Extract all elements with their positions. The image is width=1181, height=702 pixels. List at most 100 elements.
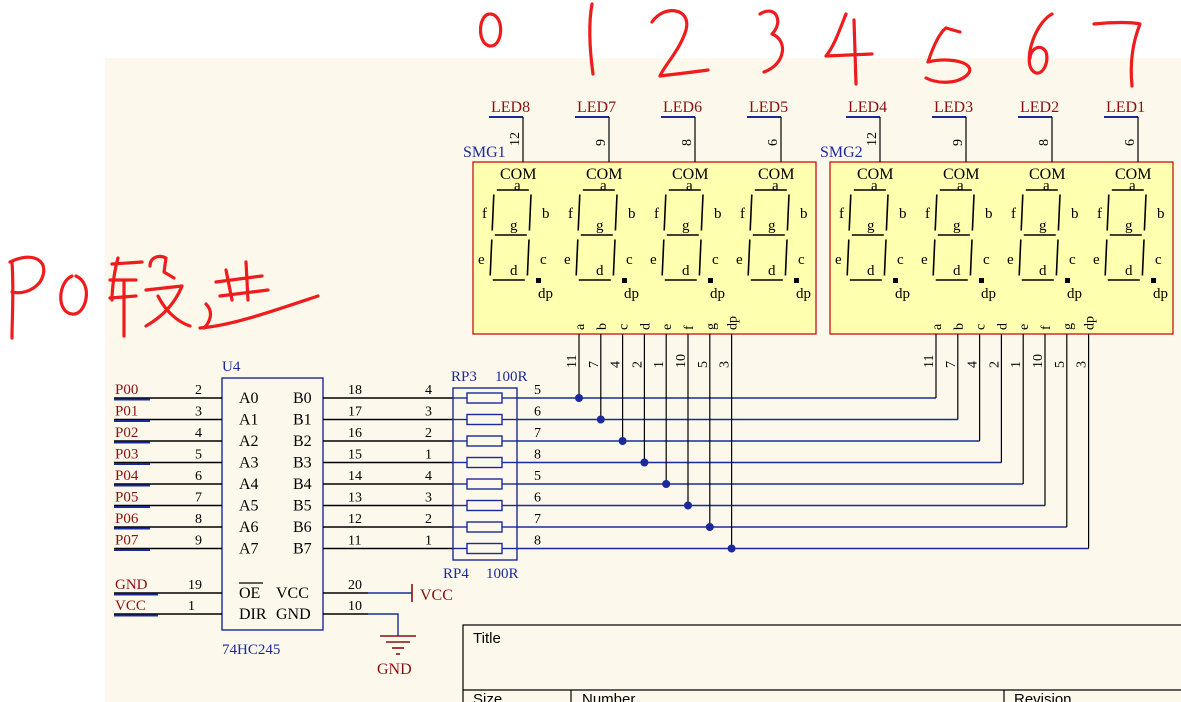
segment-label-a: a: [600, 178, 607, 194]
chip-pin-number: 2: [195, 383, 202, 398]
segment-label-g: g: [1125, 218, 1133, 234]
decimal-point: [536, 278, 541, 283]
net-label-p04: P04: [115, 468, 139, 484]
segment-label-dp: dp: [1067, 286, 1082, 302]
com-pin-number: 6: [1123, 139, 1138, 146]
chip-pin-number: 5: [195, 448, 202, 463]
segment-label-b: b: [899, 206, 907, 222]
bottom-pin-number: 2: [630, 361, 645, 368]
hand-digit-1: [588, 2, 595, 76]
chip-pin-name: A7: [239, 541, 259, 558]
segment-label-c: c: [798, 252, 805, 268]
schematic-screenshot: SMG1 LED8 12 COM a b c d e f g dp LED7 9 COM a b c d e f g dp L…: [0, 0, 1181, 702]
chip-pin-number: 15: [348, 448, 362, 463]
segment-label-b: b: [714, 206, 722, 222]
segment-label-d: d: [768, 263, 776, 279]
bottom-pin-number: 3: [718, 361, 733, 368]
gnd-power-label: GND: [377, 661, 412, 678]
decimal-point: [1065, 278, 1070, 283]
net-label-led5: LED5: [749, 99, 788, 116]
segment-label-g: g: [768, 218, 776, 234]
segment-label-b: b: [800, 206, 808, 222]
chip-pin-name: A6: [239, 519, 259, 536]
segment-label-c: c: [897, 252, 904, 268]
chip-pin-number: 4: [195, 426, 202, 441]
net-label-p01: P01: [115, 404, 138, 420]
segment-label-f: f: [740, 206, 745, 222]
bottom-pin-name: b: [595, 323, 610, 330]
chip-pin-name: VCC: [276, 585, 309, 602]
chip-pin-number: 14: [348, 469, 362, 484]
net-label-led1: LED1: [1106, 99, 1145, 116]
segment-label-f: f: [482, 206, 487, 222]
schematic-canvas: SMG1LED812COMabcdefgdpLED79COMabcdefgdpL…: [8, 2, 1181, 702]
bottom-pin-number: 2: [987, 361, 1002, 368]
vcc-power-label: VCC: [420, 587, 453, 604]
resistor-body: [466, 413, 503, 426]
rp4-value: 100R: [486, 566, 519, 582]
bottom-pin-name: a: [573, 323, 588, 330]
chip-pin-number: 9: [195, 534, 202, 549]
decimal-point: [622, 278, 627, 283]
chip-pin-number: 12: [348, 512, 362, 527]
segment-label-g: g: [510, 218, 518, 234]
segment-label-f: f: [839, 206, 844, 222]
segment-label-g: g: [953, 218, 961, 234]
rp-pin-number: 3: [425, 405, 432, 420]
junction-dot: [596, 415, 605, 424]
hand-letter-p: [8, 255, 46, 340]
com-pin-number: 12: [508, 132, 523, 146]
chip-pin-number: 6: [195, 469, 202, 484]
segment-label-f: f: [1011, 206, 1016, 222]
chip-pin-name: A2: [239, 433, 259, 450]
chip-pin-number: 13: [348, 491, 362, 506]
net-label-led7: LED7: [577, 99, 616, 116]
junction-dot: [640, 458, 649, 467]
rp3-value: 100R: [495, 369, 528, 385]
bottom-pin-number: 5: [1053, 361, 1068, 368]
chip-pin-name: B6: [293, 519, 312, 536]
chip-pin-name: A0: [239, 390, 259, 407]
segment-label-c: c: [983, 252, 990, 268]
segment-label-d: d: [867, 263, 875, 279]
chip-pin-name: B2: [293, 433, 312, 450]
segment-label-d: d: [953, 263, 961, 279]
segment-label-c: c: [1155, 252, 1162, 268]
bottom-pin-name: d: [995, 323, 1010, 330]
chip-pin-name: B7: [293, 541, 312, 558]
net-label-led8: LED8: [491, 99, 530, 116]
segment-label-a: a: [1129, 178, 1136, 194]
net-label-led3: LED3: [934, 99, 973, 116]
resistor-body: [466, 456, 503, 469]
bottom-pin-number: 4: [609, 361, 624, 368]
resistor-body: [466, 392, 503, 404]
bottom-pin-name: d: [638, 323, 653, 330]
com-pin-number: 6: [766, 139, 781, 146]
rp-pin-number: 5: [534, 383, 541, 398]
decimal-point: [1151, 278, 1156, 283]
segment-label-b: b: [1071, 206, 1079, 222]
bottom-pin-name: g: [704, 323, 719, 330]
chip-pin-name: B4: [293, 476, 312, 493]
chip-pin-number: 16: [348, 426, 362, 441]
segment-label-dp: dp: [895, 286, 910, 302]
segment-label-a: a: [1043, 178, 1050, 194]
segment-label-g: g: [1039, 218, 1047, 234]
com-pin-number: 12: [865, 132, 880, 146]
segment-label-a: a: [871, 178, 878, 194]
net-label-p07: P07: [115, 533, 139, 549]
com-pin-number: 8: [680, 139, 695, 146]
resistor-body: [466, 542, 503, 555]
net-label-vcc: VCC: [115, 598, 146, 614]
net-label-p02: P02: [115, 425, 138, 441]
bottom-pin-number: 7: [587, 361, 602, 368]
rp-pin-number: 7: [534, 426, 541, 441]
net-label-gnd: GND: [115, 577, 148, 593]
bottom-pin-number: 1: [1009, 361, 1024, 368]
title-block: Title Size Number Revision: [462, 624, 1181, 702]
rp-pin-number: 8: [534, 534, 541, 549]
rp-pin-number: 2: [425, 512, 432, 527]
net-label-led6: LED6: [663, 99, 702, 116]
decimal-point: [979, 278, 984, 283]
junction-dot: [684, 501, 692, 510]
